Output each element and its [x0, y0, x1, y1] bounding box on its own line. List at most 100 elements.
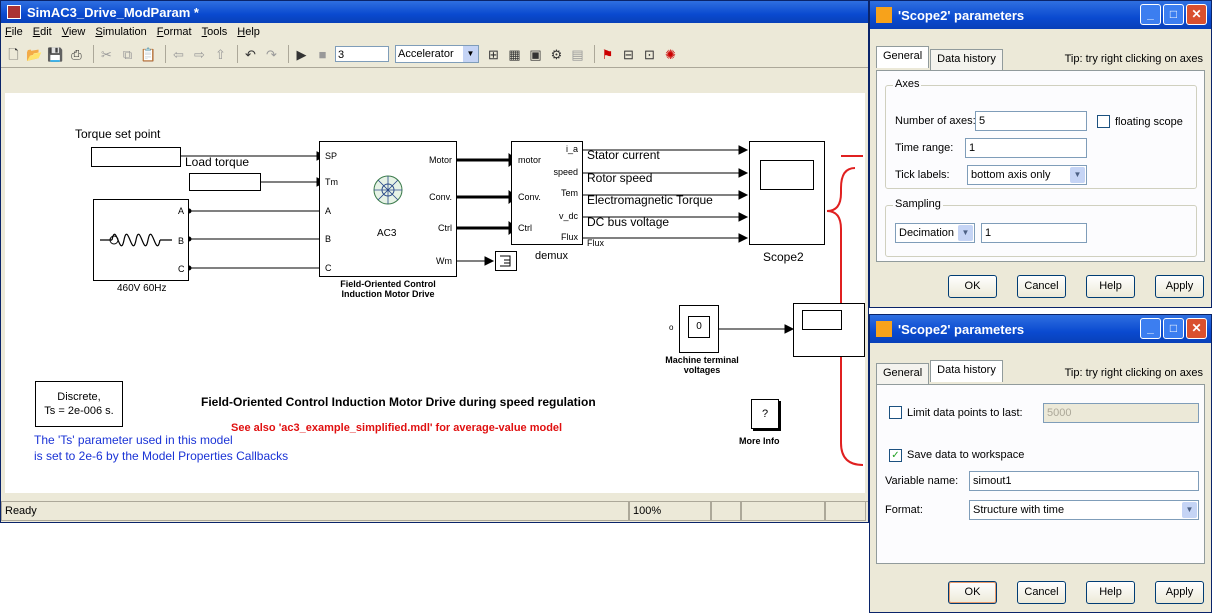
- save-to-workspace-checkbox[interactable]: ✓: [889, 449, 902, 462]
- ok-button[interactable]: OK: [948, 581, 997, 604]
- save-icon[interactable]: 💾: [47, 46, 64, 63]
- scope2-block[interactable]: [749, 141, 825, 245]
- menu-simulation[interactable]: Simulation: [95, 26, 146, 38]
- torque-set-point-block[interactable]: [91, 147, 181, 167]
- cancel-button[interactable]: Cancel: [1017, 581, 1066, 604]
- tab-data-history[interactable]: Data history: [930, 49, 1003, 71]
- stop-simulation-icon[interactable]: ■: [314, 46, 331, 63]
- apply-button[interactable]: Apply: [1155, 275, 1204, 298]
- apply-button[interactable]: Apply: [1155, 581, 1204, 604]
- floating-scope-checkbox[interactable]: [1097, 115, 1110, 128]
- menu-tools[interactable]: Tools: [202, 26, 228, 38]
- torque-set-point-label: Torque set point: [75, 127, 161, 141]
- sampling-group-label: Sampling: [893, 198, 943, 210]
- scope-block[interactable]: [793, 303, 865, 357]
- up-icon[interactable]: ⇧: [212, 46, 229, 63]
- simulation-mode-select[interactable]: Accelerator ▼: [395, 45, 479, 63]
- print-icon[interactable]: ⎙: [68, 46, 85, 63]
- tab-data-history[interactable]: Data history: [930, 360, 1003, 382]
- sampling-value-input[interactable]: 1: [981, 223, 1087, 243]
- ok-button[interactable]: OK: [948, 275, 997, 298]
- open-icon[interactable]: 📂: [26, 46, 43, 63]
- chevron-down-icon[interactable]: ▼: [958, 225, 973, 241]
- chevron-down-icon[interactable]: ▼: [463, 46, 478, 62]
- dialog-titlebar[interactable]: 'Scope2' parameters _ □ ✕: [870, 1, 1211, 29]
- chevron-down-icon[interactable]: ▼: [1182, 502, 1197, 518]
- paste-icon[interactable]: 📋: [140, 46, 157, 63]
- display-value: 0: [688, 316, 710, 338]
- more-info-block[interactable]: ?: [751, 399, 779, 429]
- library-browser-icon[interactable]: ⚑: [599, 46, 616, 63]
- three-phase-source-block[interactable]: A B C: [93, 199, 189, 281]
- model-canvas[interactable]: Torque set point Load torque A B C 460V …: [5, 93, 865, 493]
- build-icon[interactable]: ⊞: [485, 46, 502, 63]
- tab-general[interactable]: General: [876, 46, 930, 68]
- demux-out-flux: Flux: [560, 232, 578, 242]
- dialog-titlebar[interactable]: 'Scope2' parameters _ □ ✕: [870, 315, 1211, 343]
- floating-scope-label: floating scope: [1115, 116, 1183, 128]
- tab-general[interactable]: General: [876, 363, 930, 385]
- tick-labels-label: Tick labels:: [895, 169, 950, 181]
- discrete-powergui-block[interactable]: Discrete, Ts = 2e-006 s.: [35, 381, 123, 427]
- load-torque-block[interactable]: [189, 173, 261, 191]
- minimize-icon[interactable]: _: [1140, 4, 1161, 25]
- help-button[interactable]: Help: [1086, 275, 1135, 298]
- stop-time-input[interactable]: 3: [335, 46, 389, 62]
- ac3-drive-block[interactable]: SP Tm A B C Motor Conv. Ctrl Wm AC3: [319, 141, 457, 277]
- sampling-mode-value: Decimation: [899, 227, 955, 239]
- num-axes-input[interactable]: 5: [975, 111, 1087, 131]
- menu-edit[interactable]: Edit: [33, 26, 52, 38]
- block-explorer-icon[interactable]: ⊡: [641, 46, 658, 63]
- variable-name-input[interactable]: simout1: [969, 471, 1199, 491]
- undo-icon[interactable]: ↶: [242, 46, 259, 63]
- display-block[interactable]: 0: [679, 305, 719, 353]
- menu-view[interactable]: View: [62, 26, 86, 38]
- help-button[interactable]: Help: [1086, 581, 1135, 604]
- simulink-window: SimAC3_Drive_ModParam * File Edit View S…: [0, 0, 869, 523]
- demux-block[interactable]: motor Conv. Ctrl i_a speed Tem v_dc Flux: [511, 141, 583, 245]
- window-titlebar[interactable]: SimAC3_Drive_ModParam *: [1, 1, 868, 23]
- update-diagram-icon[interactable]: ▦: [506, 46, 523, 63]
- maximize-icon[interactable]: □: [1163, 4, 1184, 25]
- see-also-note: See also 'ac3_example_simplified.mdl' fo…: [231, 422, 563, 434]
- menu-format[interactable]: Format: [157, 26, 192, 38]
- back-icon[interactable]: ⇦: [170, 46, 187, 63]
- rtw-icon[interactable]: ✺: [662, 46, 679, 63]
- close-icon[interactable]: ✕: [1186, 4, 1207, 25]
- model-explorer-icon[interactable]: ⊟: [620, 46, 637, 63]
- new-icon[interactable]: 🗋: [5, 46, 22, 63]
- start-simulation-icon[interactable]: ▶: [293, 46, 310, 63]
- copy-icon[interactable]: ⧉: [119, 46, 136, 63]
- model-advisor-icon[interactable]: ▣: [527, 46, 544, 63]
- profiler-icon[interactable]: ▤: [569, 46, 586, 63]
- toolbar-separator: [165, 45, 166, 63]
- source-port-a: A: [178, 206, 185, 216]
- status-cell: [825, 502, 866, 521]
- machine-terminal-caption: Machine terminal voltages: [665, 355, 739, 375]
- redo-icon[interactable]: ↷: [263, 46, 280, 63]
- toolbar-separator: [93, 45, 94, 63]
- format-select[interactable]: Structure with time ▼: [969, 500, 1199, 520]
- debug-icon[interactable]: ⚙: [548, 46, 565, 63]
- time-range-input[interactable]: 1: [965, 138, 1087, 158]
- minimize-icon[interactable]: _: [1140, 318, 1161, 339]
- limit-data-input[interactable]: 5000: [1043, 403, 1199, 423]
- tip-text: Tip: try right clicking on axes: [1064, 367, 1203, 379]
- menu-help[interactable]: Help: [237, 26, 260, 38]
- tick-labels-select[interactable]: bottom axis only ▼: [967, 165, 1087, 185]
- scope2-label: Scope2: [763, 250, 804, 264]
- terminator-block[interactable]: [495, 251, 517, 271]
- toolbar-separator: [288, 45, 289, 63]
- cancel-button[interactable]: Cancel: [1017, 275, 1066, 298]
- terminator-icon: [500, 255, 511, 267]
- maximize-icon[interactable]: □: [1163, 318, 1184, 339]
- chevron-down-icon[interactable]: ▼: [1070, 167, 1085, 183]
- limit-data-checkbox[interactable]: [889, 406, 902, 419]
- close-icon[interactable]: ✕: [1186, 318, 1207, 339]
- sampling-mode-select[interactable]: Decimation ▼: [895, 223, 975, 243]
- cut-icon[interactable]: ✂: [98, 46, 115, 63]
- drive-port-b: B: [325, 234, 332, 244]
- menu-file[interactable]: File: [5, 26, 23, 38]
- forward-icon[interactable]: ⇨: [191, 46, 208, 63]
- signal-label-torque: Electromagnetic Torque: [587, 193, 713, 207]
